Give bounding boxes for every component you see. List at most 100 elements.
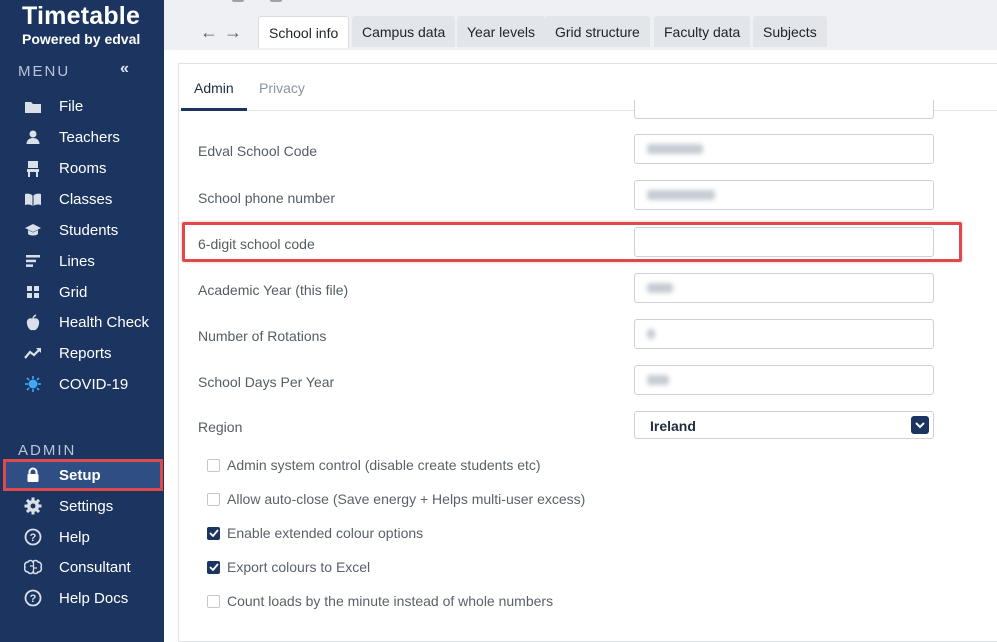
- gear-icon: [22, 497, 44, 515]
- sidebar-item-grid[interactable]: Grid: [22, 278, 162, 306]
- tab-subjects[interactable]: Subjects: [753, 16, 827, 47]
- field-label-school-days-per-year: School Days Per Year: [198, 374, 335, 390]
- toolbar-icon-fragment: [232, 0, 244, 2]
- checkbox-export-colours-to-excel[interactable]: Export colours to Excel: [207, 559, 370, 575]
- checkbox-box[interactable]: [207, 594, 220, 608]
- sidebar-item-covid-19[interactable]: COVID-19: [22, 370, 162, 398]
- region-select[interactable]: Ireland: [634, 411, 934, 439]
- sidebar-item-lines[interactable]: Lines: [22, 247, 162, 275]
- active-subtab-indicator: [181, 108, 247, 111]
- sidebar-item-label: Help: [59, 528, 90, 546]
- sidebar-item-rooms[interactable]: Rooms: [22, 154, 162, 182]
- lines-icon: [22, 252, 44, 270]
- question-icon: ?: [22, 589, 44, 607]
- scrolled-field-input[interactable]: [634, 100, 934, 119]
- school-days-per-year-input[interactable]: [634, 365, 934, 395]
- sidebar-item-label: Consultant: [59, 558, 131, 576]
- redacted-value: [647, 329, 655, 339]
- sidebar-item-label: Settings: [59, 497, 114, 515]
- tab-faculty-data[interactable]: Faculty data: [654, 16, 751, 47]
- sidebar-item-consultant[interactable]: Consultant: [22, 553, 162, 581]
- app-subtitle: Powered by edval: [22, 31, 141, 47]
- sidebar-item-setup[interactable]: Setup: [3, 459, 163, 491]
- edval-school-code-input[interactable]: [634, 134, 934, 164]
- tab-school-info[interactable]: School info: [258, 16, 350, 48]
- sidebar-item-help-docs[interactable]: ? Help Docs: [22, 584, 162, 612]
- graduation-cap-icon: [22, 221, 44, 239]
- sidebar-item-label: Classes: [59, 190, 113, 208]
- sidebar-item-label: Lines: [59, 252, 95, 270]
- sidebar-item-label: Grid: [59, 283, 88, 301]
- school-phone-number-input[interactable]: [634, 180, 934, 210]
- sidebar-item-label: COVID-19: [59, 375, 129, 393]
- grid-icon: [22, 283, 44, 301]
- academic-year-input[interactable]: [634, 273, 934, 303]
- sidebar-item-label: Help Docs: [59, 589, 129, 607]
- sidebar-item-teachers[interactable]: Teachers: [22, 123, 162, 151]
- checkbox-box[interactable]: [207, 492, 220, 506]
- folder-icon: [22, 97, 44, 115]
- question-icon: ?: [22, 528, 44, 546]
- sidebar-item-students[interactable]: Students: [22, 216, 162, 244]
- field-label-edval-school-code: Edval School Code: [198, 143, 318, 159]
- checkbox-admin-system-control[interactable]: Admin system control (disable create stu…: [207, 457, 541, 473]
- lock-icon: [22, 466, 44, 484]
- redacted-value: [647, 144, 703, 154]
- tab-grid-structure[interactable]: Grid structure: [545, 16, 650, 47]
- sidebar-item-label: Setup: [59, 466, 101, 484]
- sidebar-item-label: Teachers: [59, 128, 120, 146]
- svg-text:?: ?: [30, 593, 37, 605]
- sidebar-item-file[interactable]: File: [22, 92, 162, 120]
- back-arrow-icon[interactable]: ←: [200, 22, 218, 43]
- checkbox-label: Count loads by the minute instead of who…: [227, 593, 554, 609]
- book-icon: [22, 190, 44, 208]
- top-bar: ← → School info Campus data Year levels …: [164, 0, 997, 50]
- subtab-admin[interactable]: Admin: [194, 80, 234, 96]
- field-label-region: Region: [198, 419, 243, 435]
- tab-year-levels[interactable]: Year levels: [457, 16, 545, 47]
- checkmark-icon: [208, 563, 219, 571]
- trend-icon: [22, 344, 44, 362]
- checkbox-count-loads-by-minute[interactable]: Count loads by the minute instead of who…: [207, 593, 553, 609]
- subtab-privacy[interactable]: Privacy: [259, 80, 305, 96]
- checkbox-label: Export colours to Excel: [227, 559, 371, 575]
- sidebar-item-label: Rooms: [59, 159, 107, 177]
- sidebar-item-label: Students: [59, 221, 119, 239]
- apple-icon: [22, 313, 44, 331]
- sidebar-item-help[interactable]: ? Help: [22, 523, 162, 551]
- collapse-sidebar-button[interactable]: «: [120, 60, 129, 78]
- toolbar-icon-fragment: [270, 0, 282, 2]
- sidebar-item-label: Reports: [59, 344, 112, 362]
- checkbox-allow-auto-close[interactable]: Allow auto-close (Save energy + Helps mu…: [207, 491, 585, 507]
- redacted-value: [647, 375, 669, 385]
- field-label-academic-year: Academic Year (this file): [198, 282, 349, 298]
- field-label-number-of-rotations: Number of Rotations: [198, 328, 327, 344]
- person-icon: [22, 128, 44, 146]
- chevron-down-icon: [911, 416, 929, 434]
- app-title: Timetable: [22, 2, 141, 30]
- tab-campus-data[interactable]: Campus data: [352, 16, 456, 47]
- checkbox-label: Enable extended colour options: [227, 525, 424, 541]
- redacted-value: [647, 283, 673, 293]
- sidebar-item-settings[interactable]: Settings: [22, 492, 162, 520]
- menu-section-label: MENU: [18, 63, 71, 80]
- checkbox-label: Admin system control (disable create stu…: [227, 457, 541, 473]
- checkbox-box[interactable]: [207, 458, 220, 472]
- sidebar-item-reports[interactable]: Reports: [22, 339, 162, 367]
- sidebar-item-health-check[interactable]: Health Check: [22, 308, 162, 336]
- sidebar: Timetable Powered by edval MENU « File T…: [0, 0, 164, 642]
- redacted-value: [647, 190, 715, 200]
- region-selected-value: Ireland: [650, 418, 696, 434]
- forward-arrow-icon[interactable]: →: [224, 22, 242, 43]
- field-label-school-phone-number: School phone number: [198, 190, 335, 206]
- chair-icon: [22, 159, 44, 177]
- checkbox-enable-extended-colour-options[interactable]: Enable extended colour options: [207, 525, 423, 541]
- checkbox-box[interactable]: [207, 526, 220, 540]
- number-of-rotations-input[interactable]: [634, 319, 934, 349]
- svg-text:?: ?: [30, 532, 37, 544]
- sidebar-item-label: Health Check: [59, 313, 150, 331]
- admin-section-label: ADMIN: [18, 442, 77, 459]
- checkbox-box[interactable]: [207, 560, 220, 574]
- six-digit-school-code-input[interactable]: [634, 227, 934, 257]
- sidebar-item-classes[interactable]: Classes: [22, 185, 162, 213]
